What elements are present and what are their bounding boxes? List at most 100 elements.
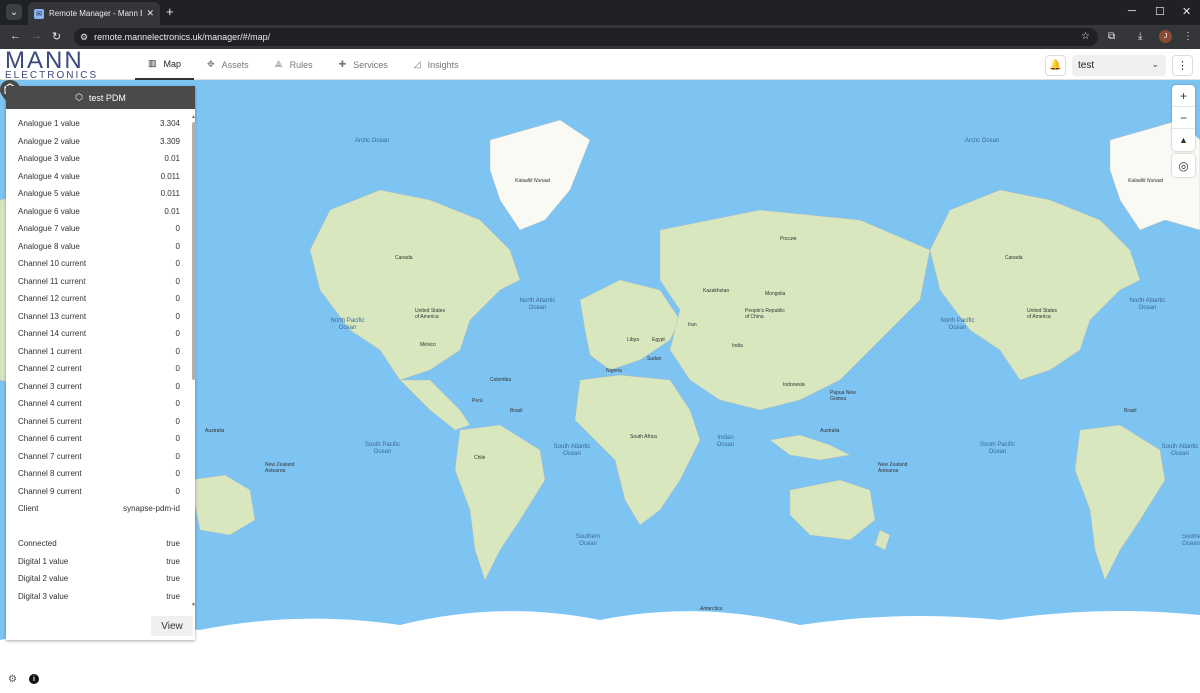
attribute-row: Analogue 8 value 0	[6, 240, 186, 258]
main-nav: ▥ Map ✥ Assets ⟁ Rules ✚ Services ◿ Insi…	[135, 49, 472, 80]
attribute-name: Channel 9 current	[18, 486, 82, 496]
scroll-up-icon[interactable]: ▲	[191, 114, 196, 120]
forward-icon[interactable]: →	[31, 30, 42, 42]
attribute-scrollbar[interactable]: ▲ ▼	[191, 114, 197, 614]
label-australia: Australia	[820, 428, 840, 434]
attribute-name: Channel 6 current	[18, 434, 82, 443]
attribute-row: Channel 6 current 0	[6, 432, 186, 450]
scroll-thumb[interactable]	[192, 122, 196, 380]
browser-menu-icon[interactable]: ⋮	[1183, 31, 1193, 42]
tab-assets-label: Assets	[221, 59, 249, 70]
view-button[interactable]: View	[151, 616, 193, 636]
label-south-pacific: South Pacific Ocean	[364, 442, 401, 455]
realm-select[interactable]: test ⌄	[1072, 55, 1166, 76]
label-kazakhstan: Kazakhstan	[703, 288, 730, 294]
label-peru: Perú	[472, 398, 483, 404]
attribute-value: 0	[175, 241, 180, 251]
label-south-atlantic-right: South Atlantic Ocean	[1161, 444, 1199, 457]
extensions-icon[interactable]: ⧉	[1108, 31, 1115, 42]
attribute-value: 0	[175, 381, 180, 391]
attribute-name: Connected	[18, 539, 57, 548]
attribute-name: Channel 4 current	[18, 399, 82, 408]
reload-icon[interactable]: ↻	[52, 30, 61, 43]
label-north-atlantic: North Atlantic Ocean	[519, 298, 556, 311]
label-north-pacific-right: North Pacific Ocean	[940, 318, 975, 331]
map-settings-icon[interactable]: ⚙	[8, 674, 17, 685]
attribute-name: Channel 1 current	[18, 346, 82, 356]
label-papua-new-guinea: Papua New Guinea	[830, 390, 856, 402]
attribute-row: Channel 14 current 0	[6, 327, 186, 345]
attribute-name: Digital 2 value	[18, 574, 69, 583]
address-url: remote.mannelectronics.uk/manager/#/map/	[94, 32, 271, 42]
label-colombia: Colombia	[490, 377, 512, 383]
tab-insights[interactable]: ◿ Insights	[401, 49, 472, 80]
label-sudan: Sudan	[647, 356, 662, 362]
new-tab-icon[interactable]: +	[166, 4, 174, 19]
zoom-out-icon[interactable]: −	[1172, 107, 1195, 129]
tab-map[interactable]: ▥ Map	[135, 49, 195, 80]
label-new-zealand-left: New Zealand Aotearoa	[265, 462, 295, 474]
asset-cube-icon: ⬡	[75, 92, 83, 102]
label-nigeria: Nigeria	[606, 368, 622, 374]
close-window-icon[interactable]: ✕	[1182, 5, 1191, 18]
maximize-icon[interactable]: ☐	[1155, 5, 1165, 18]
tab-services[interactable]: ✚ Services	[326, 49, 401, 80]
attribute-row: Channel 4 current 0	[6, 397, 186, 415]
browser-toolbar: ← → ↻ ⚙ remote.mannelectronics.uk/manage…	[0, 25, 1200, 49]
back-icon[interactable]: ←	[10, 30, 21, 42]
label-new-zealand: New Zealand Aotearoa	[878, 462, 908, 474]
attribute-row: Channel 5 current 0	[6, 415, 186, 433]
assets-icon: ✥	[207, 59, 215, 69]
site-info-icon[interactable]: ⚙	[80, 32, 88, 43]
attribute-value: true	[166, 539, 180, 548]
profile-avatar[interactable]: J	[1159, 30, 1172, 43]
browser-tab[interactable]: ✉ Remote Manager - Mann Electronics ✕	[28, 2, 160, 25]
address-bar[interactable]: ⚙ remote.mannelectronics.uk/manager/#/ma…	[74, 28, 1098, 46]
attribute-value: 3.304	[159, 119, 180, 128]
asset-panel-title: test PDM	[88, 92, 126, 103]
attribute-value: 0	[175, 294, 180, 303]
minimize-icon[interactable]: ─	[1128, 5, 1136, 17]
attribute-row: Channel 9 current 0	[6, 485, 186, 503]
label-indian-ocean: Indian Ocean	[716, 435, 735, 448]
tab-assets[interactable]: ✥ Assets	[194, 49, 262, 80]
attribute-name: Digital 1 value	[18, 556, 69, 566]
notifications-bell-icon[interactable]: 🔔	[1045, 55, 1066, 76]
label-mexico: México	[420, 342, 436, 348]
browser-tabstrip: ⌄ ✉ Remote Manager - Mann Electronics ✕ …	[0, 0, 1200, 25]
label-south-pacific-right: South Pacific Ocean	[979, 442, 1016, 455]
attribute-name: Channel 5 current	[18, 416, 82, 426]
label-antarctica: Antarctica	[700, 606, 723, 612]
tab-rules[interactable]: ⟁ Rules	[262, 49, 326, 80]
attribute-row: Connected true	[6, 537, 186, 555]
attribute-value: 0	[175, 434, 180, 443]
label-russia: Россия	[780, 236, 797, 242]
mann-electronics-logo[interactable]: MANN ELECTRONICS	[5, 49, 111, 81]
chart-icon: ◿	[413, 59, 421, 69]
attribute-name: Analogue 5 value	[18, 189, 80, 198]
tab-rules-label: Rules	[289, 59, 313, 70]
attribute-row: Client synapse-pdm-id	[6, 502, 186, 537]
app-menu-icon[interactable]: ⋮	[1172, 55, 1193, 76]
zoom-in-icon[interactable]: +	[1172, 85, 1195, 107]
attribute-name: Client	[18, 504, 39, 513]
attribute-value: 0.011	[160, 171, 180, 181]
attribute-value: 0	[175, 451, 180, 461]
download-icon[interactable]: ⤓	[1138, 31, 1142, 42]
attribute-list[interactable]: Analogue 1 value 3.304 Analogue 2 value 3.3…	[6, 117, 186, 610]
compass-icon[interactable]: ▲	[1172, 129, 1195, 151]
tab-search-icon[interactable]: ⌄	[6, 4, 22, 20]
attribute-name: Channel 11 current	[18, 276, 86, 286]
geolocate-icon[interactable]: ◎	[1172, 154, 1195, 177]
close-tab-icon[interactable]: ✕	[146, 8, 154, 19]
bookmark-star-icon[interactable]: ☆	[1081, 31, 1090, 42]
attribute-row: Channel 2 current 0	[6, 362, 186, 380]
label-arctic-ocean-right: Arctic Ocean	[965, 138, 1000, 144]
attribute-row: Analogue 7 value 0	[6, 222, 186, 240]
attribute-name: Channel 10 current	[18, 259, 87, 268]
label-indonesia: Indonesia	[783, 382, 805, 388]
info-icon[interactable]: i	[29, 674, 39, 684]
scroll-down-icon[interactable]: ▼	[191, 602, 196, 608]
attribute-name: Analogue 1 value	[18, 119, 80, 128]
attribute-name: Digital 3 value	[18, 591, 69, 601]
